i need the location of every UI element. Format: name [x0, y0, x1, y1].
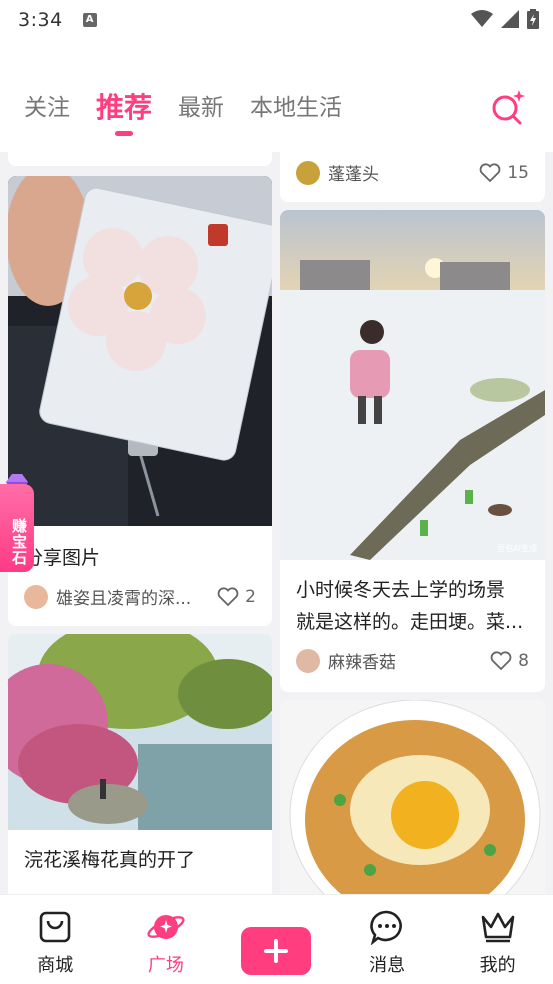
post-title: 分享图片 — [24, 547, 101, 569]
like-count: 15 — [507, 162, 529, 183]
author-name: 麻辣香菇 — [328, 653, 396, 673]
ai-watermark: 豆包AI生成 — [497, 544, 537, 553]
accessibility-icon: A — [82, 13, 97, 27]
tab-following[interactable]: 关注 — [24, 92, 70, 124]
feed-tabs: 关注 推荐 最新 本地生活 — [24, 92, 368, 124]
post-title-line-2: 就是这样的。走田埂。菜... — [296, 611, 524, 633]
nav-square[interactable]: 广场 — [111, 895, 222, 984]
feed-grid: 分享图片 雄姿且凌霄的深... 2 浣花溪梅花真的开了 蓬蓬头 15 豆包AI生… — [0, 152, 553, 894]
like-button[interactable]: 2 — [217, 587, 256, 607]
battery-icon — [527, 9, 539, 29]
post-image — [280, 210, 545, 560]
status-bar: 3:34 A — [0, 0, 553, 40]
like-count: 2 — [245, 586, 256, 607]
heart-icon — [217, 586, 239, 606]
feed-card[interactable] — [8, 152, 272, 166]
tab-local-life[interactable]: 本地生活 — [250, 92, 342, 124]
nav-messages[interactable]: 消息 — [332, 895, 443, 984]
feed-card[interactable]: 蓬蓬头 15 — [280, 152, 545, 202]
like-count: 8 — [518, 650, 529, 671]
nav-label: 广场 — [147, 955, 184, 976]
nav-create[interactable] — [221, 895, 332, 984]
like-button[interactable]: 8 — [490, 651, 529, 671]
feed-card[interactable] — [280, 700, 545, 894]
author-avatar — [296, 160, 320, 185]
tab-latest[interactable]: 最新 — [178, 92, 224, 124]
chat-bubble-icon — [370, 910, 402, 945]
post-meta: 麻辣香菇 8 — [280, 648, 545, 673]
status-icons — [471, 9, 539, 29]
earn-gems-badge[interactable]: 赚宝石 — [0, 484, 34, 572]
plus-icon — [264, 939, 289, 963]
planet-icon — [147, 915, 185, 939]
crown-icon — [481, 912, 514, 943]
author-name: 雄姿且凌霄的深... — [56, 589, 192, 609]
heart-icon — [490, 650, 512, 670]
create-post-button[interactable] — [241, 927, 312, 975]
wifi-icon — [471, 10, 493, 27]
nav-label: 我的 — [479, 955, 516, 976]
author-avatar — [24, 584, 48, 609]
post-image — [8, 176, 272, 526]
post-image — [8, 634, 272, 830]
nav-label: 商城 — [37, 955, 74, 976]
signal-icon — [501, 10, 519, 28]
bottom-nav: 商城 广场 消息 我的 — [0, 894, 553, 984]
status-time: 3:34 — [18, 9, 63, 31]
feed-card[interactable]: 浣花溪梅花真的开了 — [8, 634, 272, 894]
post-meta: 蓬蓬头 15 — [280, 160, 545, 185]
nav-me[interactable]: 我的 — [442, 895, 553, 984]
shopping-bag-icon — [39, 911, 71, 943]
author-name: 蓬蓬头 — [328, 165, 379, 185]
heart-icon — [480, 162, 501, 182]
feed-card[interactable]: 豆包AI生成 小时候冬天去上学的场景 就是这样的。走田埂。菜... 麻辣香菇 8 — [280, 210, 545, 692]
nav-label: 消息 — [369, 955, 406, 976]
tab-recommended[interactable]: 推荐 — [96, 92, 152, 124]
post-title-line-1: 小时候冬天去上学的场景 — [296, 579, 506, 601]
author-avatar — [296, 648, 320, 673]
post-image — [280, 700, 545, 894]
nav-mall[interactable]: 商城 — [0, 895, 111, 984]
like-button[interactable]: 15 — [479, 163, 529, 183]
search-icon[interactable] — [489, 88, 527, 126]
feed-card[interactable]: 分享图片 雄姿且凌霄的深... 2 — [8, 176, 272, 626]
post-title: 浣花溪梅花真的开了 — [24, 849, 196, 871]
post-meta: 雄姿且凌霄的深... 2 — [8, 584, 272, 609]
top-header: 关注 推荐 最新 本地生活 — [0, 40, 553, 152]
post-image-wrap: 豆包AI生成 — [280, 210, 545, 560]
